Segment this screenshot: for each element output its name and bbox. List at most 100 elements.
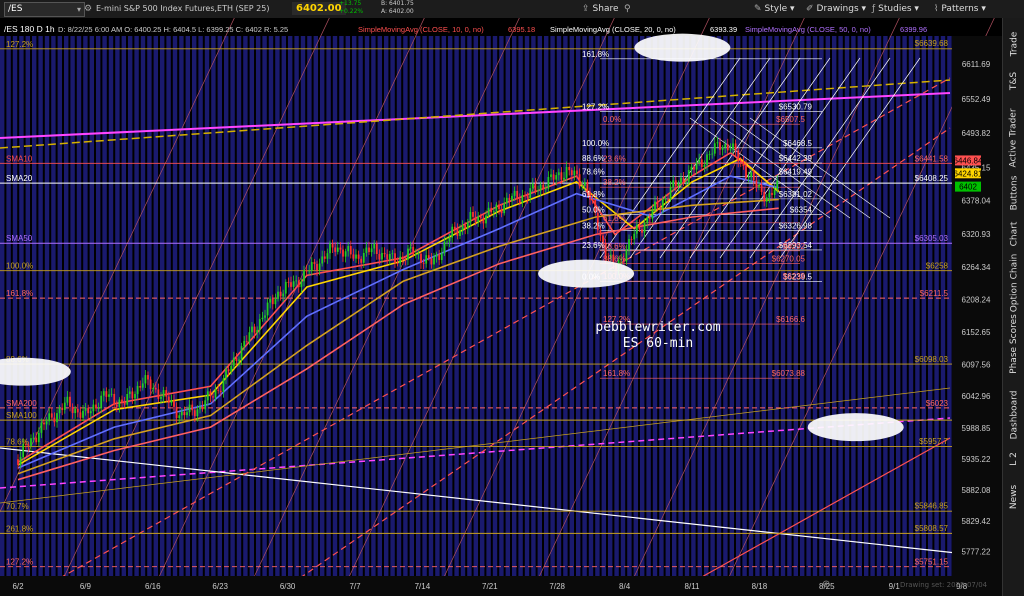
candle-body — [295, 280, 298, 282]
candle-body — [461, 225, 464, 231]
studies-button[interactable]: ƒ Studies ▾ — [872, 0, 919, 18]
candle-body — [162, 390, 165, 397]
candle-body — [118, 399, 121, 407]
candle-body — [698, 159, 701, 163]
candle-body — [703, 164, 706, 168]
sidebar-tab-label: Dashboard — [1009, 390, 1020, 440]
sidebar-tab-buttons[interactable]: Buttons — [1003, 174, 1024, 212]
candle-body — [466, 222, 469, 229]
fib-red-value: $6507.5 — [776, 115, 805, 124]
session-stripe — [537, 36, 542, 576]
candle-body — [386, 254, 389, 260]
sidebar-tab-t-s[interactable]: T&S — [1003, 64, 1024, 98]
session-stripe — [588, 36, 594, 576]
left-level-label: 78.6% — [6, 437, 29, 446]
session-stripe — [134, 36, 139, 576]
style-icon: ✎ — [754, 4, 762, 14]
candle-body — [529, 188, 532, 198]
candle-body — [240, 346, 243, 360]
bid-ask: B: 6401.75 A: 6402.00 — [381, 0, 414, 18]
symbol-input[interactable]: /ES ▾ — [4, 2, 85, 17]
session-stripe — [12, 36, 18, 576]
sidebar-tab-l-2[interactable]: L 2 — [1003, 446, 1024, 472]
session-stripe — [652, 36, 658, 576]
candle-body — [56, 413, 58, 423]
candle-body — [50, 413, 53, 418]
session-stripe — [198, 36, 203, 576]
sidebar-tab-chart[interactable]: Chart — [1003, 216, 1024, 252]
candle-body — [630, 239, 633, 240]
session-stripe — [89, 36, 94, 576]
candle-body — [308, 270, 311, 272]
sidebar-tab-news[interactable]: News — [1003, 482, 1024, 512]
candle-body — [430, 258, 433, 265]
patterns-button[interactable]: ⌇ Patterns ▾ — [934, 0, 986, 18]
candle-body — [144, 375, 147, 384]
candle-body — [318, 263, 321, 271]
candle-body — [297, 280, 300, 288]
candle-body — [82, 410, 84, 418]
candle-body — [287, 281, 290, 283]
candle-body — [625, 250, 628, 262]
sidebar-tab-option-chain[interactable]: Option Chain — [1003, 254, 1024, 313]
session-stripe — [0, 36, 5, 576]
zoom-icon[interactable]: ⊕ — [822, 579, 830, 590]
candle-body — [648, 217, 651, 219]
price-badge-text: 6446.84 — [954, 156, 983, 165]
change-pct: +0.22% — [339, 8, 364, 15]
candle-body — [391, 253, 394, 255]
candle-body — [100, 395, 103, 409]
style-button[interactable]: ✎ Style ▾ — [754, 0, 795, 18]
chart-plot[interactable]: 127.2% SMA10 SMA20 SMA50 100.0% 161.8% 88.6% SM… — [0, 18, 1002, 596]
candle-body — [687, 170, 690, 183]
candle-body — [773, 189, 776, 195]
y-tick-label: 6208.24 — [962, 296, 991, 305]
candle-body — [214, 389, 217, 398]
candle-body — [591, 199, 594, 201]
candle-body — [433, 256, 435, 265]
candle-body — [235, 357, 238, 361]
share-button[interactable]: ⇪ Share — [582, 0, 619, 18]
magnifier-icon[interactable]: ⚲ — [624, 0, 631, 18]
fib-white-pct: 61.8% — [582, 190, 605, 199]
session-stripe — [371, 36, 376, 576]
candle-body — [472, 212, 474, 217]
sidebar-tab-trade[interactable]: Trade — [1003, 30, 1024, 58]
sma50-label: SimpleMovingAvg (CLOSE, 50, 0, no) — [745, 25, 871, 34]
candle-body — [321, 256, 324, 264]
candle-body — [154, 387, 157, 390]
candle-body — [274, 298, 277, 305]
session-stripe — [524, 36, 530, 576]
session-stripe — [262, 36, 267, 576]
gear-icon[interactable]: ⚙ — [84, 0, 92, 18]
candle-body — [217, 389, 220, 391]
drawings-button[interactable]: ✐ Drawings ▾ — [806, 0, 866, 18]
fib-white-pct: 50.0% — [582, 206, 605, 215]
session-stripe — [928, 36, 933, 576]
candle-body — [282, 293, 285, 297]
price-badge-text: 6402 — [959, 183, 977, 192]
sidebar-tab-phase-scores[interactable]: Phase Scores — [1003, 314, 1024, 374]
sidebar-tab-dashboard[interactable]: Dashboard — [1003, 386, 1024, 444]
session-stripe — [832, 36, 837, 576]
y-tick-label: 6552.49 — [962, 95, 991, 104]
candle-body — [349, 246, 352, 255]
candle-body — [505, 197, 508, 204]
highlight-ellipse — [807, 413, 904, 442]
session-stripe — [243, 36, 248, 576]
session-stripe — [166, 36, 171, 576]
candle-body — [443, 241, 446, 254]
candle-body — [43, 422, 45, 425]
candle-body — [550, 174, 552, 177]
sma50-value: 6399.96 — [900, 25, 927, 34]
candle-body — [344, 251, 347, 257]
session-stripe — [512, 36, 517, 576]
y-tick-label: 6378.04 — [962, 197, 991, 206]
candle-body — [750, 172, 753, 177]
candle-body — [669, 186, 672, 200]
session-stripe — [825, 36, 830, 576]
sma10-value: 6395.18 — [508, 25, 535, 34]
candle-body — [537, 190, 539, 192]
sidebar-tab-active-trader[interactable]: Active Trader — [1003, 108, 1024, 168]
session-stripe — [25, 36, 30, 576]
